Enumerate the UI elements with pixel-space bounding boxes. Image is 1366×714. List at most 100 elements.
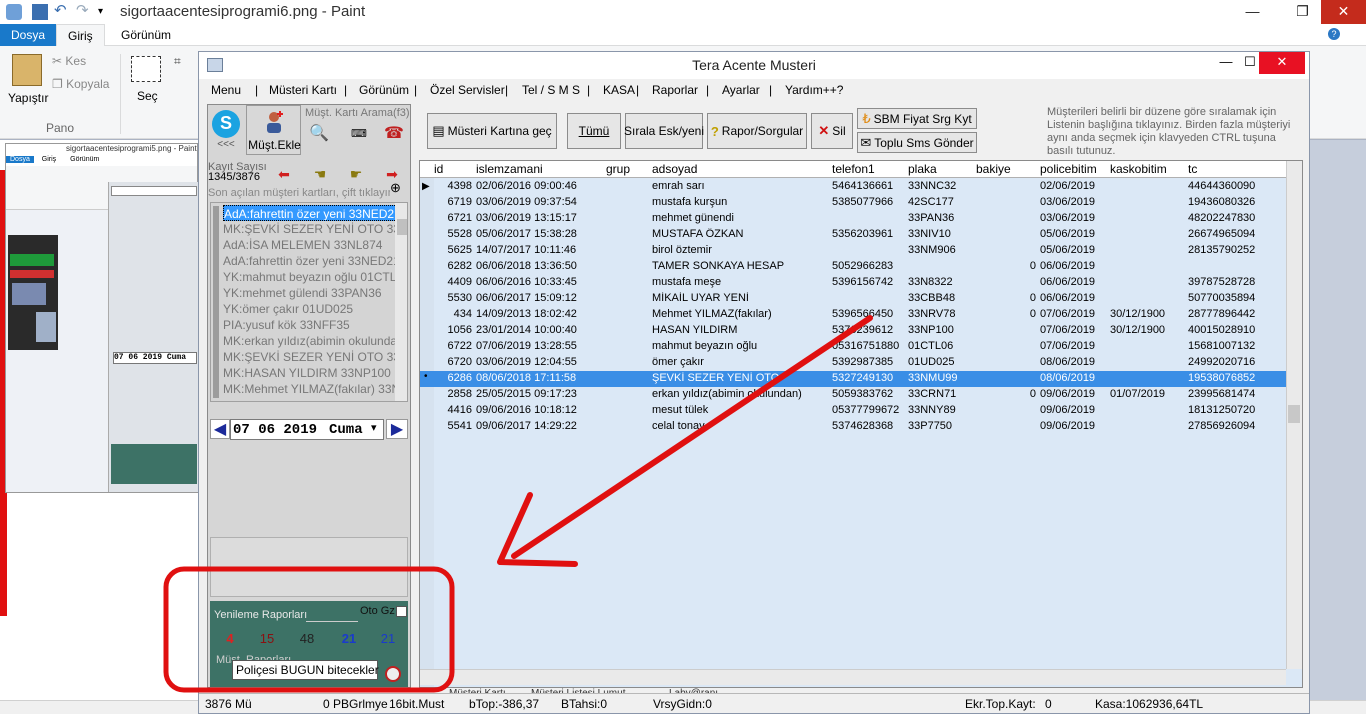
column-header-bakiye[interactable]: bakiye: [976, 162, 1011, 176]
menu-kasa[interactable]: KASA: [603, 83, 635, 97]
table-row[interactable]: 6282 06/06/2018 13:36:50 TAMER SONKAYA HES…: [420, 259, 1286, 275]
column-header-policebitim[interactable]: policebitim: [1040, 162, 1097, 176]
phone-icon[interactable]: ☎: [383, 123, 405, 149]
user-search-icon[interactable]: 🔍: [308, 123, 330, 149]
table-row[interactable]: 434 14/09/2013 18:02:42 Mehmet YILMAZ(fakı…: [420, 307, 1286, 323]
list-item[interactable]: YK:mahmut beyazın oğlu 01CTL06: [223, 269, 399, 285]
keyboard-icon[interactable]: ⌨: [348, 127, 370, 153]
cell-policebitim: 06/06/2019: [1040, 292, 1096, 304]
table-row[interactable]: 6722 07/06/2019 13:28:55 mahmut beyazın oğ…: [420, 339, 1286, 355]
cut-button[interactable]: ✂ Kes: [52, 54, 86, 68]
table-row[interactable]: 5528 05/06/2017 15:38:28 MUSTAFA ÖZKAN 5356…: [420, 227, 1286, 243]
cell-id: 6722: [447, 340, 472, 352]
list-item[interactable]: YK:mehmet gülendi 33PAN36: [223, 285, 399, 301]
minimize-button[interactable]: —: [1230, 0, 1275, 24]
column-header-kaskobitim[interactable]: kaskobitim: [1110, 162, 1167, 176]
skype-button[interactable]: S <<<: [210, 107, 242, 151]
date-next-button[interactable]: ▶: [386, 419, 408, 439]
column-header-id[interactable]: id: [434, 162, 443, 176]
undo-icon[interactable]: ↶: [54, 3, 70, 20]
alarm-clock-icon[interactable]: [385, 666, 401, 682]
table-row[interactable]: 6721 03/06/2019 13:15:17 mehmet günendi 33P…: [420, 211, 1286, 227]
table-row[interactable]: 4416 09/06/2016 10:18:12 mesut tülek 053777…: [420, 403, 1286, 419]
crop-icon[interactable]: ⌗: [174, 54, 181, 69]
nav-left-icon[interactable]: ⬅: [274, 167, 294, 183]
paste-label[interactable]: Yapıştır: [8, 91, 48, 105]
copy-button[interactable]: ❐ Kopyala: [52, 77, 109, 91]
reports-button[interactable]: ? Rapor/Sorgular: [707, 113, 807, 149]
column-header-tc[interactable]: tc: [1188, 162, 1197, 176]
save-icon[interactable]: [32, 4, 48, 20]
column-header-plaka[interactable]: plaka: [908, 162, 937, 176]
menu-ozel-servisler[interactable]: Özel Servisler: [430, 83, 505, 97]
count-today[interactable]: 4: [215, 631, 245, 646]
count-week[interactable]: 15: [252, 631, 282, 646]
tab-home[interactable]: Giriş: [56, 24, 105, 46]
column-header-adsoyad[interactable]: adsoyad: [652, 162, 697, 176]
table-row[interactable]: 1056 23/01/2014 10:00:40 HASAN YILDIRM 5376…: [420, 323, 1286, 339]
menu-tel-sms[interactable]: Tel / S M S: [522, 83, 580, 97]
column-header-telefon1[interactable]: telefon1: [832, 162, 875, 176]
zoom-icon[interactable]: ⊕: [390, 180, 408, 198]
date-prev-button[interactable]: ◀: [210, 419, 230, 439]
table-row[interactable]: 6720 03/06/2019 12:04:55 ömer çakır 5392987…: [420, 355, 1286, 371]
menu-musteri-karti[interactable]: Müsteri Kartı: [269, 83, 337, 97]
list-scroll-thumb[interactable]: [397, 219, 407, 235]
list-item[interactable]: PIA:yusuf kök 33NFF35: [223, 317, 399, 333]
list-item[interactable]: MK:erkan yıldız(abimin okulundan) 3: [223, 333, 399, 349]
tab-view[interactable]: Görünüm: [110, 24, 182, 46]
list-item[interactable]: MK:HASAN YILDIRM 33NP100: [223, 365, 399, 381]
paste-icon[interactable]: [12, 54, 42, 86]
list-item[interactable]: MK:ŞEVKİ SEZER YENİ OTO 33N: [223, 221, 399, 237]
grid-scroll-thumb[interactable]: [1288, 405, 1300, 423]
redo-icon[interactable]: ↷: [76, 3, 92, 20]
table-row[interactable]: 4409 06/06/2016 10:33:45 mustafa meşe 53961…: [420, 275, 1286, 291]
tab-file[interactable]: Dosya: [0, 24, 57, 46]
column-header-islemzamani[interactable]: islemzamani: [476, 162, 543, 176]
recent-cards-list[interactable]: AdA:fahrettin özer yeni 33NED21 MK:ŞEVKİ…: [210, 202, 408, 402]
bulk-sms-button[interactable]: ✉ Toplu Sms Gönder: [857, 132, 977, 153]
table-row[interactable]: 5530 06/06/2017 15:09:12 MİKAİL UYAR YENİ 3…: [420, 291, 1286, 307]
table-row[interactable]: 4398 02/06/2016 09:00:46 emrah sarı 5464136…: [420, 179, 1286, 195]
qat-dropdown-icon[interactable]: ▾: [98, 4, 114, 20]
table-row[interactable]: 5625 14/07/2017 10:11:46 birol öztemir 33NM…: [420, 243, 1286, 259]
list-item[interactable]: AdA:fahrettin özer yeni 33NED21: [223, 205, 399, 221]
list-item[interactable]: AdA:fahrettin özer yeni 33NED21: [223, 253, 399, 269]
help-icon[interactable]: ?: [1328, 28, 1340, 40]
restore-button[interactable]: ❐: [1280, 0, 1325, 24]
table-row[interactable]: 5541 09/06/2017 14:29:22 celal tonay 537462…: [420, 419, 1286, 435]
count-next[interactable]: 21: [334, 631, 364, 646]
table-row[interactable]: 2858 25/05/2015 09:17:23 erkan yıldız(abim…: [420, 387, 1286, 403]
list-item[interactable]: MK:ŞEVKİ SEZER YENİ OTO 33N: [223, 349, 399, 365]
list-item[interactable]: MK:Mehmet YILMAZ(fakılar) 33NRV: [223, 381, 399, 397]
close-button[interactable]: ✕: [1321, 0, 1366, 24]
menu-yardim[interactable]: Yardım++?: [785, 83, 843, 97]
nav-first-icon[interactable]: ☚: [310, 167, 330, 183]
menu-raporlar[interactable]: Raporlar: [652, 83, 698, 97]
sort-button[interactable]: Sırala Esk/yeni: [624, 113, 704, 149]
menu-gorunum[interactable]: Görünüm: [359, 83, 409, 97]
go-customer-card-button[interactable]: ▤ Müsteri Kartına geç: [427, 113, 557, 149]
date-picker[interactable]: 07 06 2019 Cuma ▾: [230, 419, 384, 440]
add-customer-button[interactable]: Müşt.Ekle: [246, 105, 301, 155]
app-close-button[interactable]: ✕: [1259, 52, 1305, 74]
list-item[interactable]: YK:ömer çakır 01UD025: [223, 301, 399, 317]
customer-grid[interactable]: id islemzamani grup adsoyad telefon1 plaka bak…: [419, 160, 1303, 688]
select-icon[interactable]: [131, 56, 161, 82]
all-button[interactable]: Tümü: [567, 113, 621, 149]
delete-button[interactable]: ✕ Sil: [811, 113, 853, 149]
chevron-down-icon[interactable]: ▾: [371, 421, 377, 434]
table-row[interactable]: 6719 03/06/2019 09:37:54 mustafa kurşun 538…: [420, 195, 1286, 211]
sbm-price-button[interactable]: ₺ SBM Fiyat Srg Kyt: [857, 108, 977, 129]
auto-checkbox[interactable]: [396, 606, 407, 617]
count-later[interactable]: 21: [373, 631, 403, 646]
count-month[interactable]: 48: [292, 631, 322, 646]
select-label[interactable]: Seç: [137, 89, 158, 103]
list-item[interactable]: AdA:İSA MELEMEN 33NL874: [223, 237, 399, 253]
grid-horizontal-scrollbar[interactable]: [420, 669, 1286, 685]
nav-last-icon[interactable]: ☛: [346, 167, 366, 183]
menu-menu[interactable]: Menu: [211, 83, 241, 97]
column-header-grup[interactable]: grup: [606, 162, 630, 176]
menu-ayarlar[interactable]: Ayarlar: [722, 83, 760, 97]
table-row[interactable]: 6286 08/06/2018 17:11:58 ŞEVKİ SEZER YENİ …: [420, 371, 1286, 387]
